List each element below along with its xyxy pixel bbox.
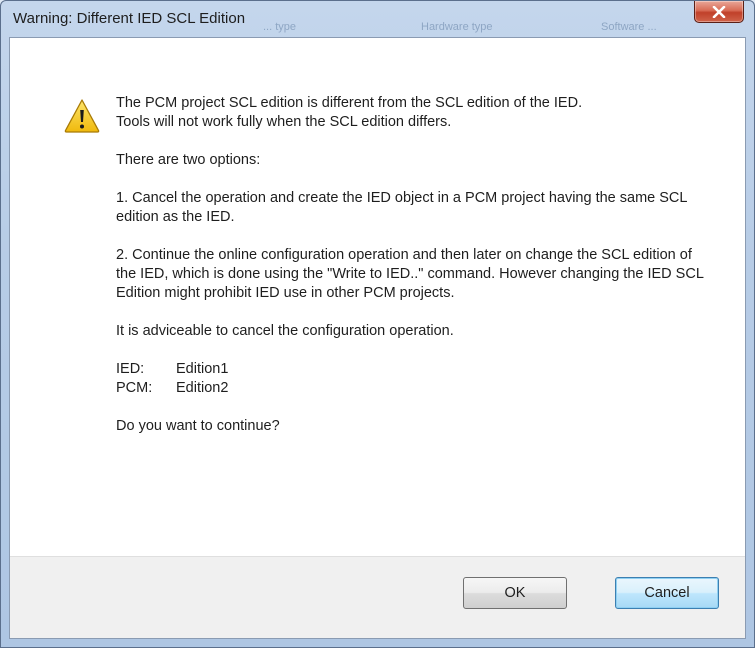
question-text: Do you want to continue? [116, 418, 280, 434]
cancel-button[interactable]: Cancel [615, 577, 719, 609]
edition-list: IED: Edition1 PCM: Edition2 [116, 360, 716, 398]
warning-triangle-icon [64, 99, 100, 133]
background-text: ... type [263, 21, 297, 33]
edition-value-ied: Edition1 [176, 361, 229, 377]
dialog-window: Warning: Different IED SCL Edition ... t… [0, 0, 755, 648]
edition-value-pcm: Edition2 [176, 380, 229, 396]
option-2-text: 2. Continue the online configuration ope… [116, 247, 704, 301]
options-intro: There are two options: [116, 152, 261, 168]
edition-key-pcm: PCM: [116, 380, 153, 396]
close-button[interactable] [694, 1, 744, 23]
background-text: Hardware type [421, 21, 493, 33]
option-1-text: 1. Cancel the operation and create the I… [116, 190, 687, 225]
background-text: Software ... [601, 21, 657, 33]
close-icon [712, 5, 726, 18]
ok-button[interactable]: OK [463, 577, 567, 609]
message-line: Tools will not work fully when the SCL e… [116, 114, 452, 130]
dialog-body: The PCM project SCL edition is different… [9, 37, 746, 639]
title-bar[interactable]: Warning: Different IED SCL Edition ... t… [1, 1, 754, 37]
message-area: The PCM project SCL edition is different… [10, 38, 745, 558]
advice-text: It is adviceable to cancel the configura… [116, 323, 454, 339]
message-line: The PCM project SCL edition is different… [116, 95, 583, 111]
edition-key-ied: IED: [116, 361, 145, 377]
message-text: The PCM project SCL edition is different… [116, 94, 716, 455]
button-bar: OK Cancel [10, 556, 745, 638]
dialog-title: Warning: Different IED SCL Edition [13, 10, 246, 27]
